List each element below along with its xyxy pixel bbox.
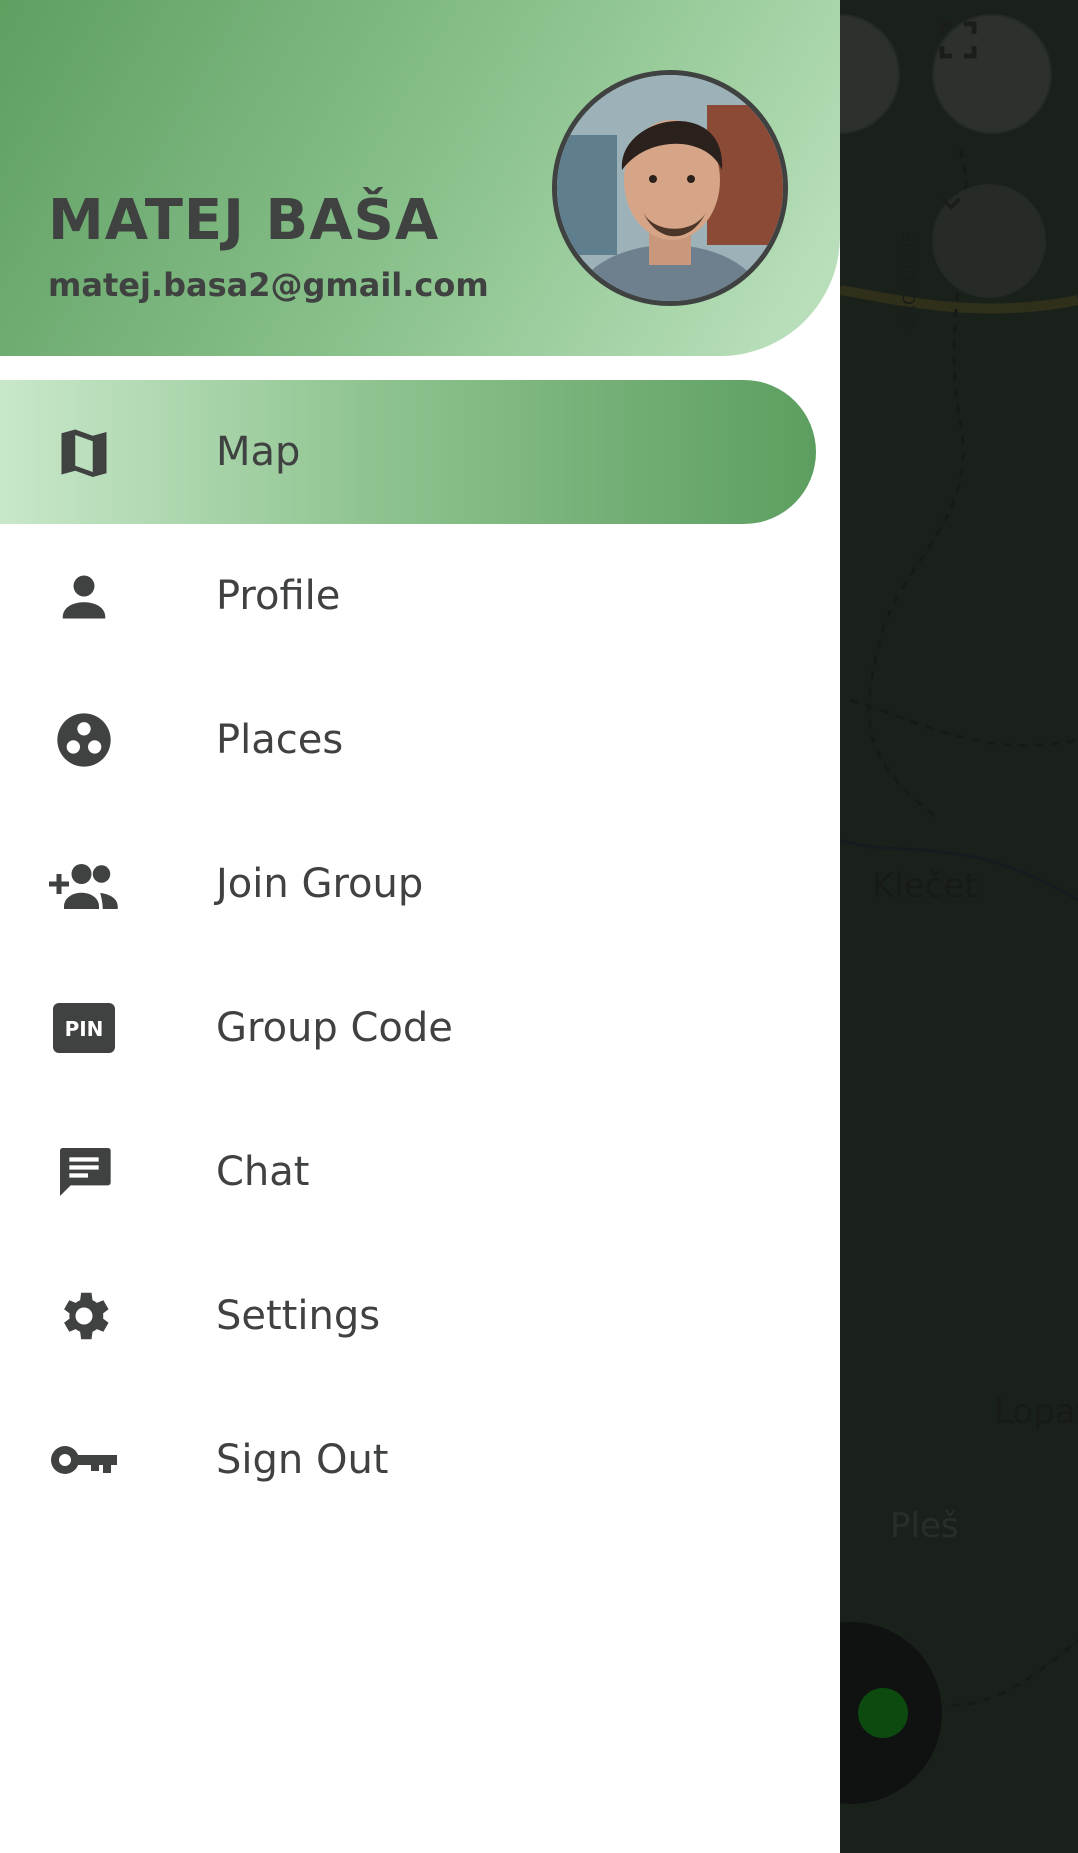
menu-item-label: Chat <box>216 1149 310 1195</box>
menu-item-label: Map <box>216 429 301 475</box>
menu-item-join-group[interactable]: Join Group <box>0 812 816 956</box>
drawer-menu: Map Profile Places Join Group PIN Group … <box>0 380 840 1532</box>
map-place-label: Pleš <box>890 1506 959 1546</box>
menu-item-label: Join Group <box>216 861 424 907</box>
places-icon <box>44 710 124 770</box>
fullscreen-icon <box>939 21 977 59</box>
user-name: MATEJ BAŠA <box>48 188 440 253</box>
menu-item-label: Settings <box>216 1293 381 1339</box>
fullscreen-button[interactable] <box>932 14 1052 134</box>
menu-item-profile[interactable]: Profile <box>0 524 816 668</box>
chat-icon <box>44 1142 124 1202</box>
chevron-down-icon <box>941 197 961 210</box>
map-place-label: Lopat <box>994 1392 1078 1432</box>
map-road-label: GROSUPLJE <box>900 232 920 330</box>
map-icon <box>44 422 124 482</box>
drawer-header: MATEJ BAŠA matej.basa2@gmail.com <box>0 0 840 356</box>
menu-item-label: Profile <box>216 573 341 619</box>
key-icon <box>44 1430 124 1490</box>
menu-item-sign-out[interactable]: Sign Out <box>0 1388 816 1532</box>
gear-icon <box>44 1286 124 1346</box>
menu-item-map[interactable]: Map <box>0 380 816 524</box>
user-email: matej.basa2@gmail.com <box>48 266 489 304</box>
pin-icon: PIN <box>44 998 124 1058</box>
menu-item-label: Group Code <box>216 1005 453 1051</box>
menu-item-settings[interactable]: Settings <box>0 1244 816 1388</box>
menu-item-chat[interactable]: Chat <box>0 1100 816 1244</box>
menu-item-group-code[interactable]: PIN Group Code <box>0 956 816 1100</box>
person-icon <box>44 566 124 626</box>
avatar[interactable] <box>552 70 788 306</box>
navigation-drawer: MATEJ BAŠA matej.basa2@gmail.com Map Pro… <box>0 0 840 1853</box>
expand-button[interactable] <box>932 184 1046 298</box>
profile-photo <box>557 75 783 301</box>
menu-item-label: Sign Out <box>216 1437 389 1483</box>
svg-text:PIN: PIN <box>65 1017 104 1041</box>
menu-item-label: Places <box>216 717 344 763</box>
map-place-label: Klečet <box>872 866 978 906</box>
group-add-icon <box>44 854 124 914</box>
status-dot <box>858 1688 908 1738</box>
menu-item-places[interactable]: Places <box>0 668 816 812</box>
